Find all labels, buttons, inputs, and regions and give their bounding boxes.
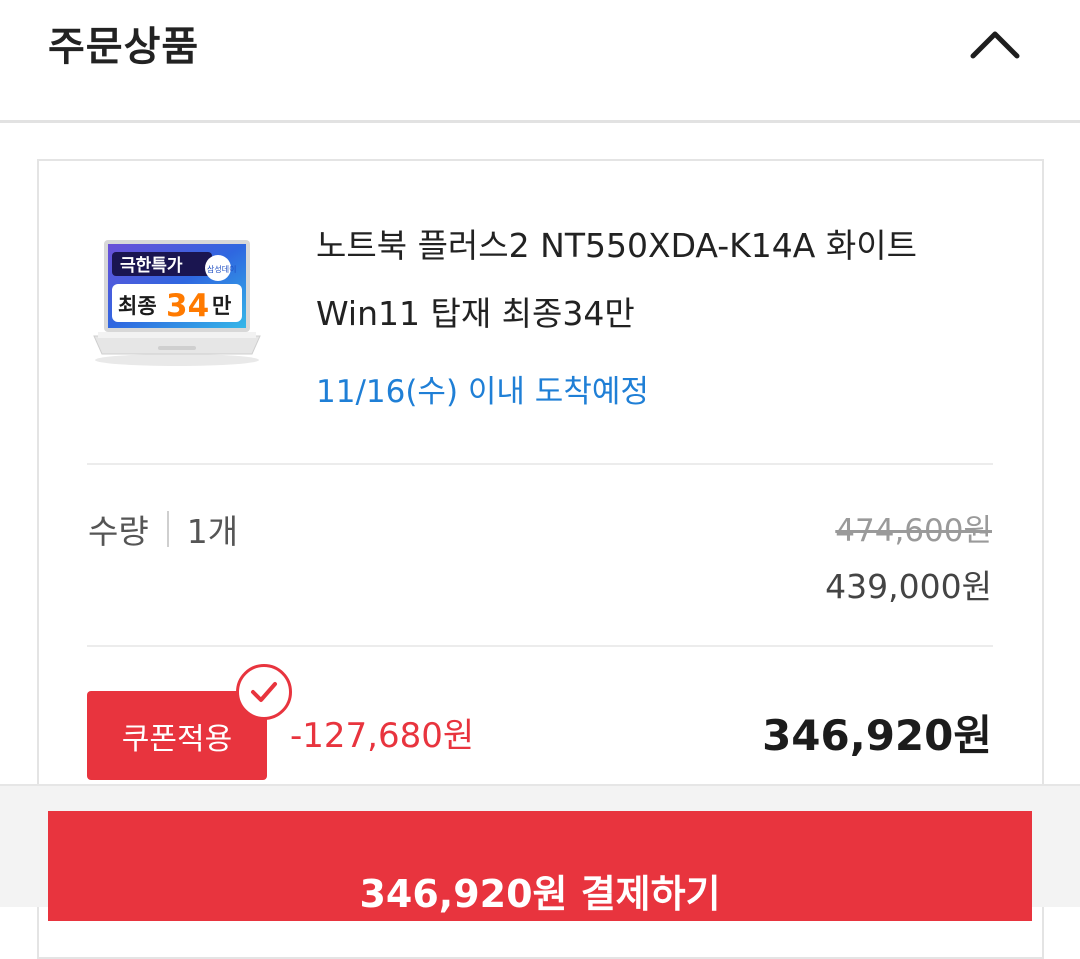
coupon-label: 쿠폰적용 [121,721,233,757]
section-title: 주문상품 [48,24,200,70]
pay-button[interactable]: 346,920원 결제하기 [48,811,1032,921]
quantity-value: 1개 [186,512,239,551]
chevron-up-icon [970,31,1020,59]
sale-price: 439,000원 [825,567,992,606]
divider [87,645,993,647]
delivery-estimate: 11/16(수) 이내 도착예정 [316,374,649,410]
header-divider [0,120,1080,123]
check-circle-icon [236,664,292,720]
order-items-header: 주문상품 [0,0,1080,120]
quantity-label: 수량 [88,512,149,551]
thumbnail-final-text: 최종 [118,294,157,318]
product-name[interactable]: 노트북 플러스2 NT550XDA-K14A 화이트 Win11 탑재 최종34… [316,212,1006,348]
laptop-image: 극한특가 삼성데이 최종 34 만 [93,240,261,366]
collapse-button[interactable] [960,14,1030,74]
pay-button-label: 346,920원 결제하기 [359,872,721,916]
quantity-separator [166,511,169,547]
product-thumbnail[interactable]: 극한특가 삼성데이 최종 34 만 [90,232,265,372]
thumbnail-promo-text: 극한특가 [120,256,183,276]
final-price: 346,920원 [762,711,992,760]
thumbnail-number: 34 [166,288,209,324]
original-price: 474,600원 [835,513,992,549]
thumbnail-unit: 만 [212,294,231,318]
divider [87,463,993,465]
coupon-discount: -127,680원 [290,716,475,756]
thumbnail-badge-text: 삼성데이 [207,264,236,274]
quantity-row: 수량 1개 [88,505,238,553]
